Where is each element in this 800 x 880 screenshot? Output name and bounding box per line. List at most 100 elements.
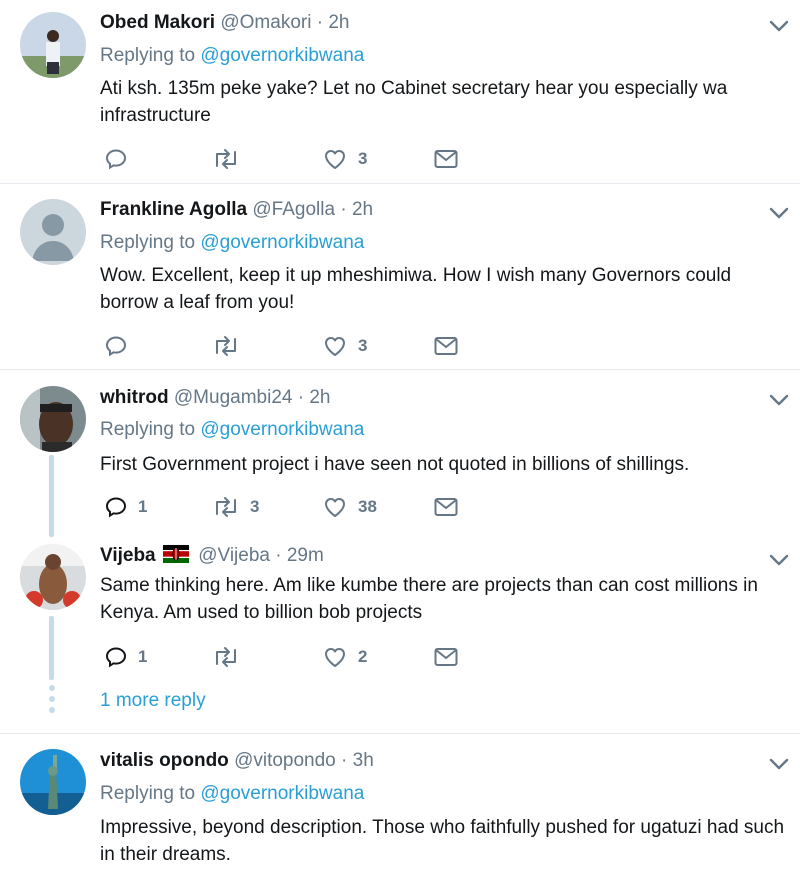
replying-to-label: Replying to — [100, 783, 196, 804]
avatar[interactable] — [20, 386, 86, 452]
avatar[interactable] — [20, 12, 86, 78]
tweet[interactable]: Frankline Agolla @FAgolla · 2h Replying … — [0, 184, 800, 369]
heart-icon — [325, 337, 345, 356]
replying-to: Replying to @governorkibwana — [100, 419, 364, 441]
replying-to: Replying to @governorkibwana — [100, 45, 364, 67]
replying-to: Replying to @governorkibwana — [100, 783, 364, 805]
kenya-flag-icon — [162, 545, 189, 563]
like-count: 38 — [358, 497, 377, 516]
reply-icon — [105, 497, 127, 518]
chevron-down-icon — [769, 758, 789, 770]
direct-message-button[interactable] — [433, 492, 459, 522]
mention-link[interactable]: @governorkibwana — [200, 232, 364, 253]
tweet[interactable]: Obed Makori @Omakori · 2h Replying to @g… — [0, 0, 800, 183]
retweet-icon — [216, 647, 236, 667]
thread-dots-icon — [49, 685, 55, 713]
reply-button[interactable]: 1 — [104, 492, 147, 522]
replying-to-label: Replying to — [100, 232, 196, 253]
dm-icon — [434, 648, 458, 666]
retweet-icon — [216, 497, 236, 517]
thread-connector — [49, 616, 54, 680]
display-name[interactable]: Vijeba — [100, 545, 156, 566]
retweet-button[interactable]: 3 — [212, 492, 259, 522]
display-name[interactable]: vitalis opondo — [100, 750, 229, 771]
direct-message-button[interactable] — [433, 642, 459, 672]
retweet-button[interactable] — [212, 144, 250, 174]
avatar[interactable] — [20, 199, 86, 265]
user-handle[interactable]: @vitopondo — [234, 750, 336, 771]
avatar-photo-icon — [20, 12, 86, 78]
more-options-button[interactable] — [766, 550, 792, 570]
more-options-button[interactable] — [766, 390, 792, 410]
like-button[interactable]: 3 — [322, 144, 367, 174]
like-button[interactable]: 2 — [322, 642, 367, 672]
separator-dot: · — [340, 199, 347, 220]
separator-dot: · — [297, 387, 305, 408]
display-name[interactable]: Obed Makori — [100, 12, 215, 33]
timestamp[interactable]: 2h — [352, 199, 373, 220]
mention-link[interactable]: @governorkibwana — [200, 419, 364, 440]
tweet-text: Wow. Excellent, keep it up mheshimiwa. H… — [100, 265, 732, 313]
display-name[interactable]: Frankline Agolla — [100, 199, 247, 220]
more-options-button[interactable] — [766, 16, 792, 36]
replying-to-label: Replying to — [100, 419, 196, 440]
chevron-down-icon — [769, 20, 789, 32]
like-count: 2 — [358, 647, 368, 666]
tweet-text: Same thinking here. Am like kumbe there … — [100, 575, 758, 623]
reply-button[interactable]: 1 — [104, 642, 147, 672]
chevron-down-icon — [769, 554, 789, 566]
reply-icon — [105, 336, 127, 357]
heart-icon — [325, 498, 345, 517]
like-button[interactable]: 3 — [322, 331, 367, 361]
separator-dot: · — [341, 750, 348, 771]
direct-message-button[interactable] — [433, 331, 459, 361]
retweet-button[interactable] — [212, 642, 250, 672]
reply-button[interactable] — [104, 144, 138, 174]
tweet[interactable]: whitrod @Mugambi24 · 2h Replying to @gov… — [0, 370, 800, 530]
avatar-photo-icon — [20, 544, 86, 610]
retweet-count: 3 — [250, 497, 260, 516]
replying-to-label: Replying to — [100, 45, 196, 66]
retweet-icon — [216, 336, 236, 356]
chevron-down-icon — [769, 207, 789, 219]
heart-icon — [325, 648, 345, 667]
reply-count: 1 — [138, 497, 148, 516]
chevron-down-icon — [769, 394, 789, 406]
timestamp[interactable]: 2h — [309, 387, 330, 408]
avatar-photo-icon — [20, 386, 86, 452]
retweet-button[interactable] — [212, 331, 250, 361]
like-count: 3 — [358, 149, 368, 168]
tweet-text: Impressive, beyond description. Those wh… — [100, 817, 785, 865]
timestamp[interactable]: 2h — [328, 12, 349, 33]
reply-icon — [105, 149, 127, 170]
direct-message-button[interactable] — [433, 144, 459, 174]
show-more-replies-link[interactable]: 1 more reply — [100, 690, 206, 712]
mention-link[interactable]: @governorkibwana — [200, 45, 364, 66]
avatar-photo-icon — [20, 749, 86, 815]
tweet-text: First Government project i have seen not… — [100, 454, 690, 475]
avatar[interactable] — [20, 544, 86, 610]
dm-icon — [434, 337, 458, 355]
user-handle[interactable]: @FAgolla — [252, 199, 335, 220]
reply-count: 1 — [138, 647, 148, 666]
user-handle[interactable]: @Mugambi24 — [174, 387, 293, 408]
timestamp[interactable]: 3h — [353, 750, 374, 771]
like-button[interactable]: 38 — [322, 492, 377, 522]
timestamp[interactable]: 29m — [287, 545, 324, 566]
replying-to: Replying to @governorkibwana — [100, 232, 364, 254]
mention-link[interactable]: @governorkibwana — [200, 783, 364, 804]
tweet[interactable]: Vijeba @Vijeba · 29m Same thinking here.… — [0, 530, 800, 680]
default-avatar-icon — [20, 199, 86, 265]
display-name[interactable]: whitrod — [100, 387, 169, 408]
separator-dot: · — [275, 545, 282, 566]
avatar[interactable] — [20, 749, 86, 815]
user-handle[interactable]: @Omakori — [220, 12, 311, 33]
heart-icon — [325, 150, 345, 169]
more-options-button[interactable] — [766, 203, 792, 223]
tweet-text: Ati ksh. 135m peke yake? Let no Cabinet … — [100, 78, 728, 126]
dm-icon — [434, 498, 458, 516]
more-options-button[interactable] — [766, 754, 792, 774]
tweet[interactable]: vitalis opondo @vitopondo · 3h Replying … — [0, 734, 800, 880]
reply-button[interactable] — [104, 331, 138, 361]
user-handle[interactable]: @Vijeba — [198, 545, 270, 566]
